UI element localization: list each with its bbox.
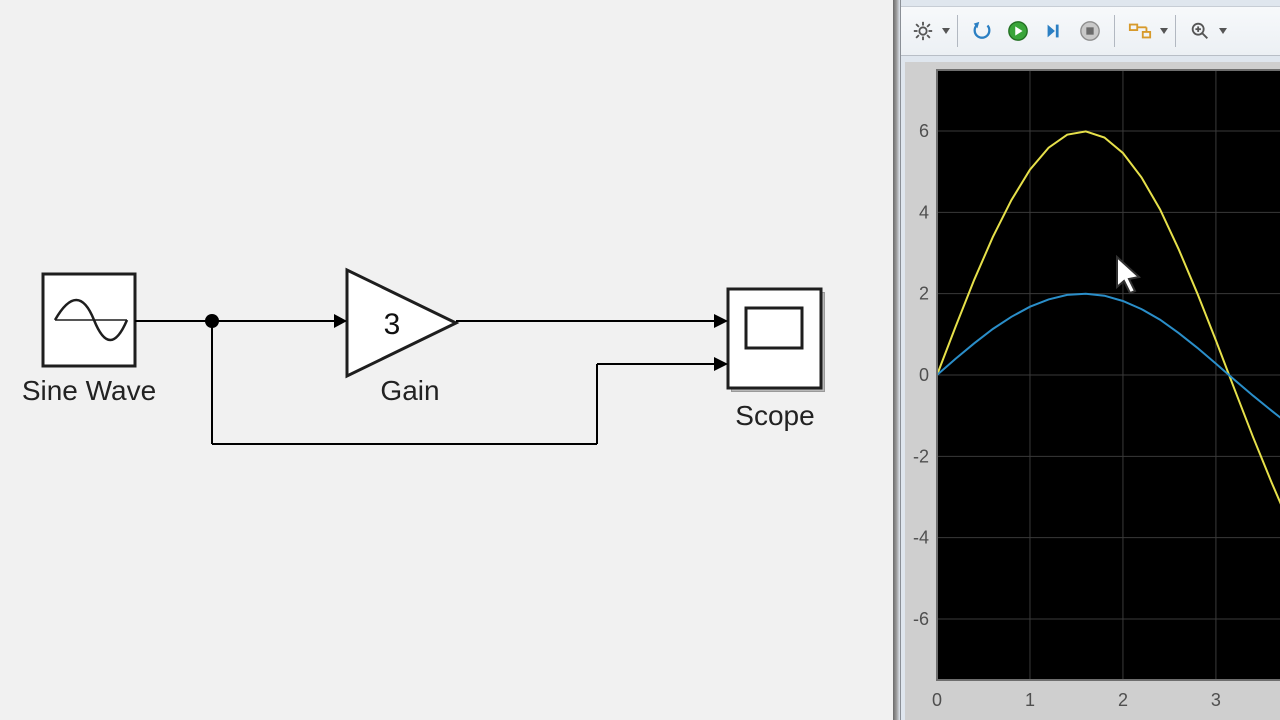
xtick-label: 3 xyxy=(1211,690,1221,710)
gain-value: 3 xyxy=(384,308,401,341)
highlight-dropdown[interactable] xyxy=(1159,27,1169,35)
step-button[interactable] xyxy=(1036,11,1072,51)
ytick-label: 4 xyxy=(919,202,929,222)
scope-block[interactable] xyxy=(728,289,825,392)
signal-line-sine-to-gain[interactable] xyxy=(135,314,347,328)
signal-line-gain-to-scope[interactable] xyxy=(456,314,728,328)
highlight-icon xyxy=(1128,20,1152,42)
scope-label: Scope xyxy=(735,400,814,431)
chevron-down-icon xyxy=(1160,27,1168,35)
xtick-label: 1 xyxy=(1025,690,1035,710)
zoom-icon xyxy=(1189,20,1211,42)
gain-block[interactable]: 3 xyxy=(347,270,456,376)
highlight-button[interactable] xyxy=(1121,11,1159,51)
gain-label: Gain xyxy=(380,375,439,406)
ytick-label: 2 xyxy=(919,284,929,304)
settings-button[interactable] xyxy=(905,11,941,51)
zoom-button[interactable] xyxy=(1182,11,1218,51)
sinewave-label: Sine Wave xyxy=(22,375,156,406)
step-icon xyxy=(1043,20,1065,42)
undo-button[interactable] xyxy=(964,11,1000,51)
gear-icon xyxy=(912,20,934,42)
ytick-label: -4 xyxy=(913,528,929,548)
zoom-dropdown[interactable] xyxy=(1218,27,1228,35)
sinewave-block[interactable] xyxy=(43,274,135,366)
run-button[interactable] xyxy=(1000,11,1036,51)
ytick-label: -2 xyxy=(913,446,929,466)
chevron-down-icon xyxy=(1219,27,1227,35)
ytick-label: 6 xyxy=(919,121,929,141)
scope-plot-area[interactable]: 6 4 2 0 -2 -4 -6 0 1 2 3 xyxy=(905,62,1280,720)
undo-icon xyxy=(971,20,993,42)
toolbar-separator xyxy=(1175,15,1176,47)
stop-icon xyxy=(1079,20,1101,42)
xtick-label: 2 xyxy=(1118,690,1128,710)
xtick-label: 0 xyxy=(932,690,942,710)
play-icon xyxy=(1007,20,1029,42)
toolbar-separator xyxy=(957,15,958,47)
scope-window: 6 4 2 0 -2 -4 -6 0 1 2 3 xyxy=(900,0,1280,720)
scope-toolbar xyxy=(901,6,1280,56)
stop-button[interactable] xyxy=(1072,11,1108,51)
signal-line-branch-to-scope[interactable] xyxy=(212,321,728,444)
chevron-down-icon xyxy=(942,27,950,35)
settings-dropdown[interactable] xyxy=(941,27,951,35)
model-canvas[interactable]: Sine Wave 3 Gain Scope xyxy=(0,0,893,720)
splitter-bar[interactable] xyxy=(893,0,900,720)
toolbar-separator xyxy=(1114,15,1115,47)
ytick-label: 0 xyxy=(919,365,929,385)
ytick-label: -6 xyxy=(913,609,929,629)
